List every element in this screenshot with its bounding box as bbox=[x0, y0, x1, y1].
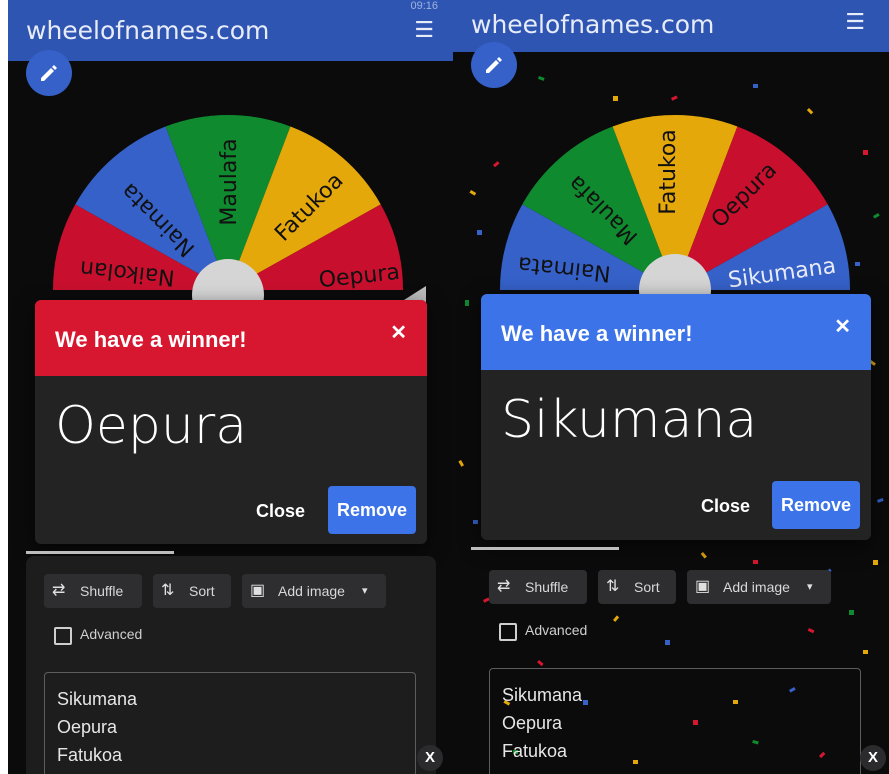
names-textarea[interactable]: Sikumana Oepura Fatukoa bbox=[44, 672, 416, 774]
dropdown-caret-icon: ▾ bbox=[807, 581, 813, 593]
name-entry: Fatukoa bbox=[57, 745, 123, 765]
tab-indicator bbox=[26, 551, 174, 554]
sort-icon: ⇅ bbox=[161, 582, 175, 599]
winner-dialog: We have a winner! ✕ Sikumana Close Remov… bbox=[481, 294, 871, 540]
add-image-label: Add image bbox=[723, 579, 790, 595]
remove-button[interactable]: Remove bbox=[328, 486, 416, 534]
tab-indicator bbox=[471, 547, 619, 550]
sort-button[interactable]: ⇅ Sort bbox=[153, 574, 231, 608]
shuffle-icon: ⇄ bbox=[52, 582, 66, 599]
advanced-checkbox[interactable]: Advanced bbox=[54, 626, 174, 645]
checkbox-box bbox=[499, 623, 517, 641]
sort-label: Sort bbox=[189, 583, 215, 599]
winner-name: Sikumana bbox=[501, 390, 758, 450]
left-screenshot: wheelofnames.com 09:16 ☰ Naikolan Naimat… bbox=[8, 0, 454, 774]
dialog-header: We have a winner! ✕ bbox=[35, 300, 427, 376]
remove-button[interactable]: Remove bbox=[772, 481, 860, 529]
wheel-label: Maulafa bbox=[217, 138, 242, 225]
name-entry: Fatukoa bbox=[502, 741, 568, 761]
shuffle-label: Shuffle bbox=[525, 579, 569, 595]
dismiss-x-button[interactable]: X bbox=[417, 745, 443, 771]
name-entry: Sikumana bbox=[57, 689, 138, 709]
sort-button[interactable]: ⇅ Sort bbox=[598, 570, 676, 604]
sort-icon: ⇅ bbox=[606, 578, 620, 595]
add-image-label: Add image bbox=[278, 583, 345, 599]
sort-label: Sort bbox=[634, 579, 660, 595]
dropdown-caret-icon: ▾ bbox=[362, 585, 368, 597]
name-entry: Oepura bbox=[57, 717, 118, 737]
right-screenshot: wheelofnames.com ☰ Naimata Maulafa Fatuk… bbox=[453, 0, 889, 774]
entries-card: ⇄ Shuffle ⇅ Sort ▣ Add image ▾ Advanced … bbox=[26, 556, 436, 774]
add-image-button[interactable]: ▣ Add image ▾ bbox=[687, 570, 831, 604]
close-button[interactable]: Close bbox=[701, 496, 750, 517]
shuffle-button[interactable]: ⇄ Shuffle bbox=[489, 570, 587, 604]
shuffle-icon: ⇄ bbox=[497, 578, 511, 595]
close-button[interactable]: Close bbox=[256, 501, 305, 522]
advanced-label: Advanced bbox=[525, 622, 588, 638]
advanced-checkbox[interactable]: Advanced bbox=[499, 622, 619, 641]
image-icon: ▣ bbox=[250, 582, 266, 599]
name-entry: Sikumana bbox=[502, 685, 583, 705]
dismiss-x-button[interactable]: X bbox=[860, 745, 886, 771]
add-image-button[interactable]: ▣ Add image ▾ bbox=[242, 574, 386, 608]
close-icon[interactable]: ✕ bbox=[390, 320, 407, 345]
winner-dialog: We have a winner! ✕ Oepura Close Remove bbox=[35, 300, 427, 544]
dialog-title: We have a winner! bbox=[501, 321, 693, 346]
wheel-label: Fatukoa bbox=[656, 129, 681, 215]
name-entry: Oepura bbox=[502, 713, 563, 733]
dialog-header: We have a winner! ✕ bbox=[481, 294, 871, 370]
shuffle-label: Shuffle bbox=[80, 583, 124, 599]
image-icon: ▣ bbox=[695, 578, 711, 595]
entries-card: ⇄ Shuffle ⇅ Sort ▣ Add image ▾ Advanced … bbox=[471, 552, 871, 774]
dialog-title: We have a winner! bbox=[55, 327, 247, 352]
winner-name: Oepura bbox=[55, 396, 248, 456]
close-icon[interactable]: ✕ bbox=[834, 314, 851, 339]
shuffle-button[interactable]: ⇄ Shuffle bbox=[44, 574, 142, 608]
names-textarea[interactable]: Sikumana Oepura Fatukoa bbox=[489, 668, 861, 774]
advanced-label: Advanced bbox=[80, 626, 143, 642]
checkbox-box bbox=[54, 627, 72, 645]
